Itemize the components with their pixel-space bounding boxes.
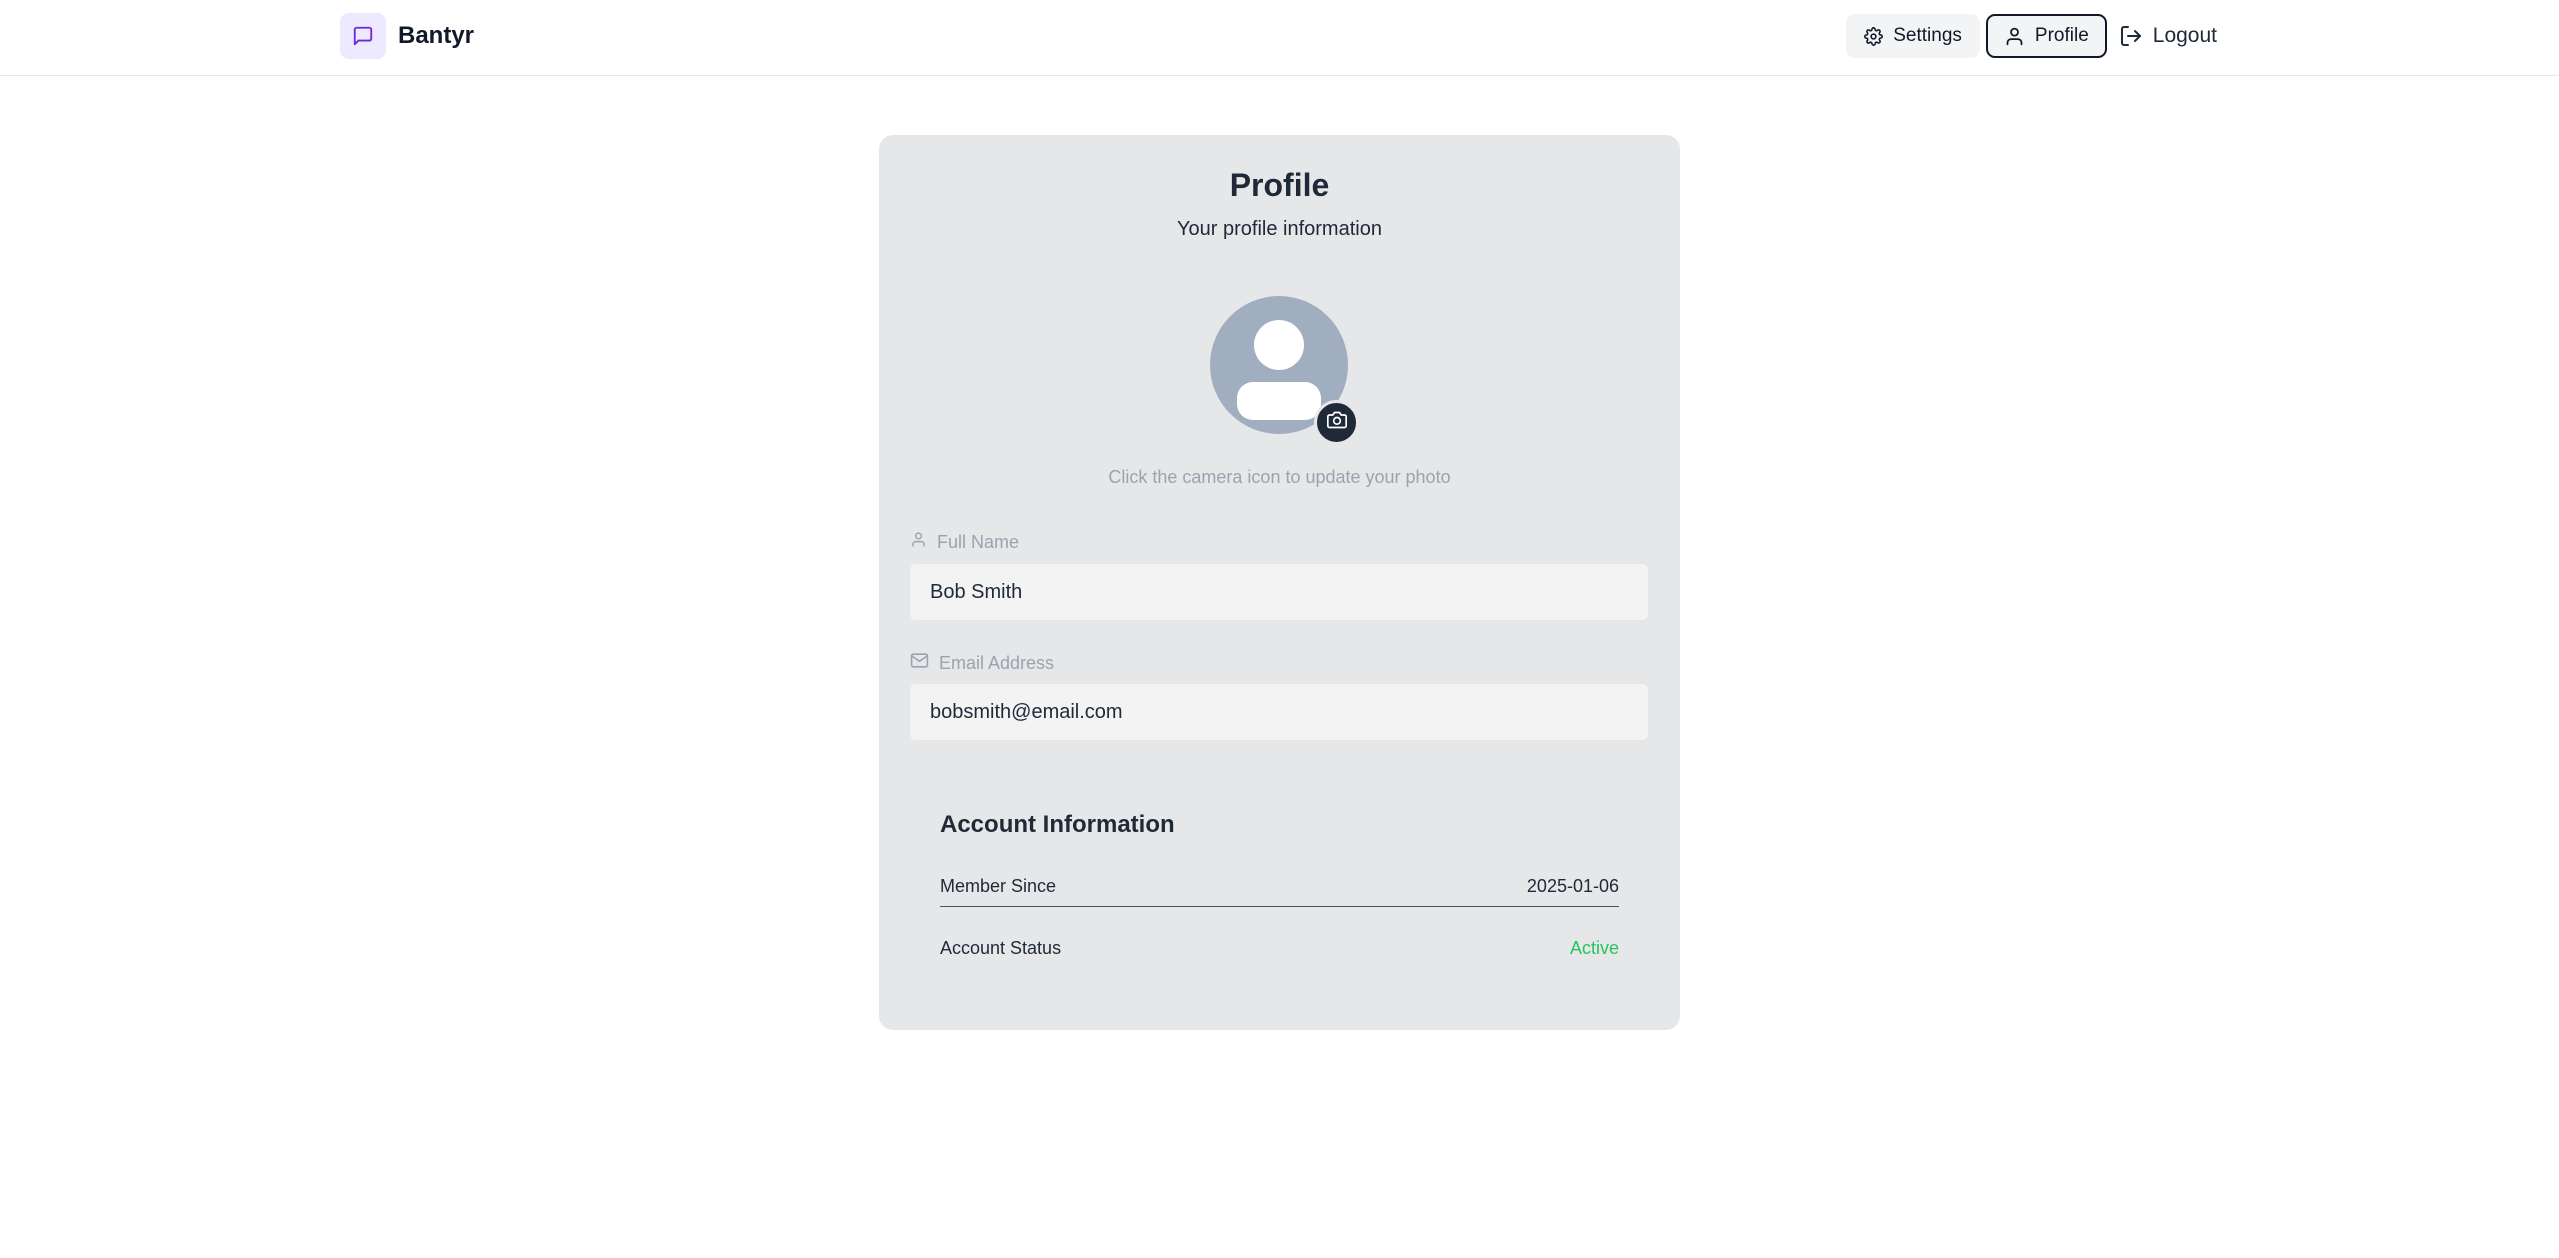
page-title: Profile <box>1229 167 1330 203</box>
account-status-row: Account Status Active <box>940 928 1619 968</box>
brand[interactable]: Bantyr <box>340 13 474 59</box>
photo-hint: Click the camera icon to update your pho… <box>1108 467 1451 487</box>
profile-button[interactable]: Profile <box>1985 14 2107 58</box>
settings-button[interactable]: Settings <box>1846 14 1980 58</box>
user-icon <box>2004 26 2025 47</box>
logout-label: Logout <box>2152 24 2217 47</box>
member-since-value: 2025-01-06 <box>1526 876 1619 896</box>
email-label-text: Email Address <box>939 652 1055 673</box>
top-navbar: Bantyr Settings Profile Logout <box>0 0 2559 76</box>
member-since-row: Member Since 2025-01-06 <box>940 867 1619 907</box>
full-name-field[interactable] <box>910 564 1648 620</box>
full-name-label-text: Full Name <box>937 531 1020 552</box>
message-square-icon <box>340 13 386 59</box>
logout-icon <box>2119 24 2143 48</box>
avatar-placeholder-body <box>1237 382 1321 420</box>
email-field[interactable] <box>910 684 1648 740</box>
avatar-placeholder-head <box>1254 320 1304 370</box>
email-label: Email Address <box>910 651 1054 675</box>
member-since-label: Member Since <box>940 876 1057 896</box>
full-name-label: Full Name <box>910 531 1019 553</box>
nav-menu: Settings Profile Logout <box>1846 13 2221 59</box>
camera-upload-button[interactable] <box>1314 400 1359 445</box>
status-badge: Active <box>1569 937 1619 958</box>
camera-icon <box>1326 410 1347 435</box>
page-subtitle: Your profile information <box>1177 218 1382 240</box>
gear-icon <box>1864 26 1884 46</box>
logout-button[interactable]: Logout <box>2113 14 2221 58</box>
profile-label: Profile <box>2034 25 2089 46</box>
user-icon <box>910 531 927 553</box>
account-info-title: Account Information <box>940 811 1175 838</box>
account-status-label: Account Status <box>940 937 1062 958</box>
mail-icon <box>910 651 929 675</box>
brand-name: Bantyr <box>398 22 475 49</box>
profile-card: Profile Your profile information Click t… <box>879 135 1680 1030</box>
settings-label: Settings <box>1893 25 1962 46</box>
